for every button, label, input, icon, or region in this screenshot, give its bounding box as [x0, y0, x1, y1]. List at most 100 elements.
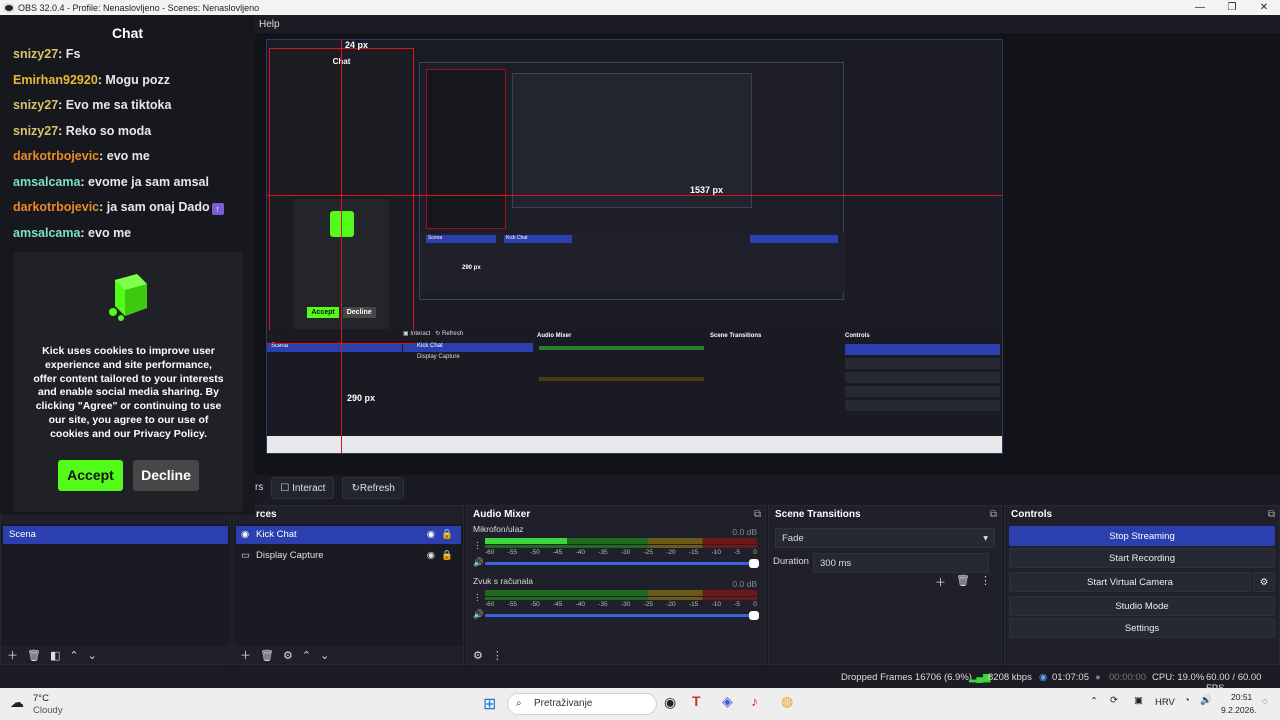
transition-select[interactable]: Fade ▾ — [775, 528, 995, 548]
add-source-icon[interactable]: ＋ — [240, 647, 251, 663]
speaker-icon[interactable]: 🔊 — [473, 609, 484, 620]
dock-float-icon[interactable]: ⧉ — [1268, 506, 1275, 523]
preview-trans-title: Scene Transitions — [710, 333, 762, 339]
cpu-usage: CPU: 19.0% — [1152, 672, 1205, 683]
volume-slider[interactable] — [485, 611, 759, 620]
scene-transitions-body: Fade ▾ Duration 300 ms ＋ 🗑 ⋮ — [769, 524, 1001, 646]
chrome-icon[interactable]: ◍ — [781, 693, 793, 710]
chat-username[interactable]: snizy27 — [13, 124, 58, 138]
refresh-button[interactable]: ↻Refresh — [342, 477, 404, 499]
chat-username[interactable]: Emirhan92920 — [13, 73, 98, 87]
channel-menu-icon[interactable]: ⋮ — [473, 592, 482, 603]
meter-scale: -60 -55 -50 -45 -40 -35 -30 -25 -20 -15 -10 -5 0 — [485, 549, 757, 556]
preview-scene-row: Scena — [267, 343, 402, 352]
clock-time[interactable]: 20:51 — [1231, 692, 1252, 702]
scale-tick: -35 — [598, 601, 608, 608]
preview-display-capture[interactable]: Scena Kick Chat 1537 px 290 px — [419, 62, 845, 300]
remove-scene-icon[interactable]: 🗑 — [27, 649, 41, 662]
typing-app-icon[interactable]: T — [692, 693, 701, 709]
dock-float-icon[interactable]: ⧉ — [990, 506, 997, 523]
duration-input[interactable]: 300 ms — [813, 553, 989, 573]
channel-menu-icon[interactable]: ⋮ — [473, 540, 482, 551]
mixer-menu-icon[interactable]: ⋮ — [492, 649, 503, 662]
virtual-camera-settings-icon[interactable]: ⚙ — [1253, 572, 1275, 592]
channel-db: 0.0 dB — [732, 527, 757, 537]
source-item-kick-chat[interactable]: ◉ Kick Chat ◉ 🔒 — [236, 526, 461, 544]
tray-icon[interactable]: ⟳ — [1110, 695, 1118, 706]
add-transition-icon[interactable]: ＋ — [935, 574, 946, 590]
refresh-icon: ↻ — [351, 483, 360, 494]
preview-canvas[interactable]: Chat Accept Decline Scena Kick Chat 1537… — [266, 39, 1003, 454]
remove-source-icon[interactable]: 🗑 — [260, 649, 274, 662]
chat-text: : Reko so moda — [58, 123, 152, 138]
chat-text: : evo me — [99, 149, 150, 163]
weather-desc: Cloudy — [33, 705, 63, 716]
dock-float-icon[interactable]: ⧉ — [754, 506, 761, 523]
lock-icon[interactable]: 🔒 — [441, 526, 453, 544]
chat-username[interactable]: snizy27 — [13, 47, 58, 61]
chat-username[interactable]: darkotrbojevic — [13, 200, 99, 214]
minimize-button[interactable]: — — [1184, 2, 1216, 13]
scale-tick: -20 — [666, 601, 676, 608]
chat-username[interactable]: amsalcama — [13, 175, 80, 189]
filters-button[interactable]: rs — [255, 477, 263, 499]
volume-icon[interactable]: 🔊 — [1200, 695, 1212, 706]
filter-scene-icon[interactable]: ◧ — [50, 649, 60, 662]
start-recording-button[interactable]: Start Recording — [1009, 548, 1275, 568]
language-indicator[interactable]: HRV — [1155, 697, 1175, 708]
audio-mixer-dock: Audio Mixer ⧉ Mikrofon/ulaz 0.0 dB ⋮ -60 -… — [466, 505, 766, 665]
wifi-icon[interactable]: ◔ — [1184, 695, 1190, 706]
visibility-icon[interactable]: ◉ — [427, 546, 435, 565]
preview-vcam-button — [845, 372, 1000, 383]
weather-icon[interactable]: ☁ — [10, 694, 24, 711]
move-down-icon[interactable]: ⌄ — [88, 649, 97, 662]
scale-tick: -15 — [688, 601, 699, 608]
stop-streaming-button[interactable]: Stop Streaming — [1009, 526, 1275, 546]
source-item-display-capture[interactable]: ▭ Display Capture ◉ 🔒 — [234, 546, 463, 565]
tray-icon-2[interactable]: ▣ — [1134, 695, 1143, 706]
scale-tick: -60 — [485, 549, 495, 556]
sources-list[interactable]: ◉ Kick Chat ◉ 🔒 ▭ Display Capture ◉ 🔒 — [234, 524, 463, 646]
volume-slider[interactable] — [485, 559, 759, 568]
accept-button[interactable]: Accept — [58, 459, 123, 491]
chat-text: : evome ja sam amsal — [80, 174, 209, 189]
move-down-icon[interactable]: ⌄ — [320, 649, 329, 662]
decline-button[interactable]: Decline — [133, 459, 199, 491]
move-up-icon[interactable]: ⌃ — [302, 649, 311, 662]
add-scene-icon[interactable]: ＋ — [7, 647, 18, 663]
maximize-button[interactable]: ❐ — [1216, 2, 1248, 13]
speaker-icon[interactable]: 🔊 — [473, 557, 484, 568]
chat-username[interactable]: darkotrbojevic — [13, 149, 99, 163]
remove-transition-icon[interactable]: 🗑 — [956, 574, 970, 590]
transition-menu-icon[interactable]: ⋮ — [980, 574, 991, 590]
notification-icon[interactable]: ◌ — [1262, 696, 1268, 707]
close-button[interactable]: ✕ — [1248, 2, 1280, 13]
menu-help[interactable]: Help — [259, 19, 280, 30]
chat-username[interactable]: snizy27 — [13, 98, 58, 112]
advanced-audio-icon[interactable]: ⚙ — [473, 649, 483, 662]
chat-username[interactable]: amsalcama — [13, 226, 80, 240]
interact-button[interactable]: ☐ Interact — [271, 477, 335, 499]
windows-start-icon[interactable]: ⊞ — [483, 694, 496, 714]
status-bar: Dropped Frames 16706 (6.9%) ▂▄▆ 8208 kbp… — [0, 668, 1280, 694]
move-up-icon[interactable]: ⌃ — [69, 649, 78, 662]
settings-button[interactable]: Settings — [1009, 618, 1275, 638]
window-title: OBS 32.0.4 - Profile: Nenaslovljeno - Sc… — [18, 2, 260, 13]
tiktok-icon[interactable]: ♪ — [751, 693, 758, 709]
start-virtual-camera-button[interactable]: Start Virtual Camera — [1009, 572, 1251, 592]
obs-taskbar-icon[interactable]: ◉ — [664, 694, 676, 711]
preview-rec-button — [845, 358, 1000, 369]
studio-mode-button[interactable]: Studio Mode — [1009, 596, 1275, 616]
lock-icon[interactable]: 🔒 — [441, 546, 453, 565]
source-properties-icon[interactable]: ⚙ — [283, 649, 293, 662]
clock-date[interactable]: 9.2.2026. — [1221, 705, 1256, 715]
chevron-up-icon[interactable]: ⌃ — [1090, 696, 1098, 707]
app-icon[interactable]: ◈ — [722, 693, 733, 710]
visibility-icon[interactable]: ◉ — [427, 526, 435, 544]
chat-messages: snizy27: Fs Emirhan92920: Mogu pozz sniz… — [0, 42, 255, 246]
source-toolbar: rs ☐ Interact ↻Refresh — [255, 476, 1280, 500]
taskbar-search[interactable]: ⌕ Pretraživanje — [507, 693, 657, 715]
scale-tick: -45 — [552, 549, 563, 556]
scene-item[interactable]: Scena — [3, 526, 228, 544]
scenes-list[interactable]: Scena — [1, 524, 230, 646]
